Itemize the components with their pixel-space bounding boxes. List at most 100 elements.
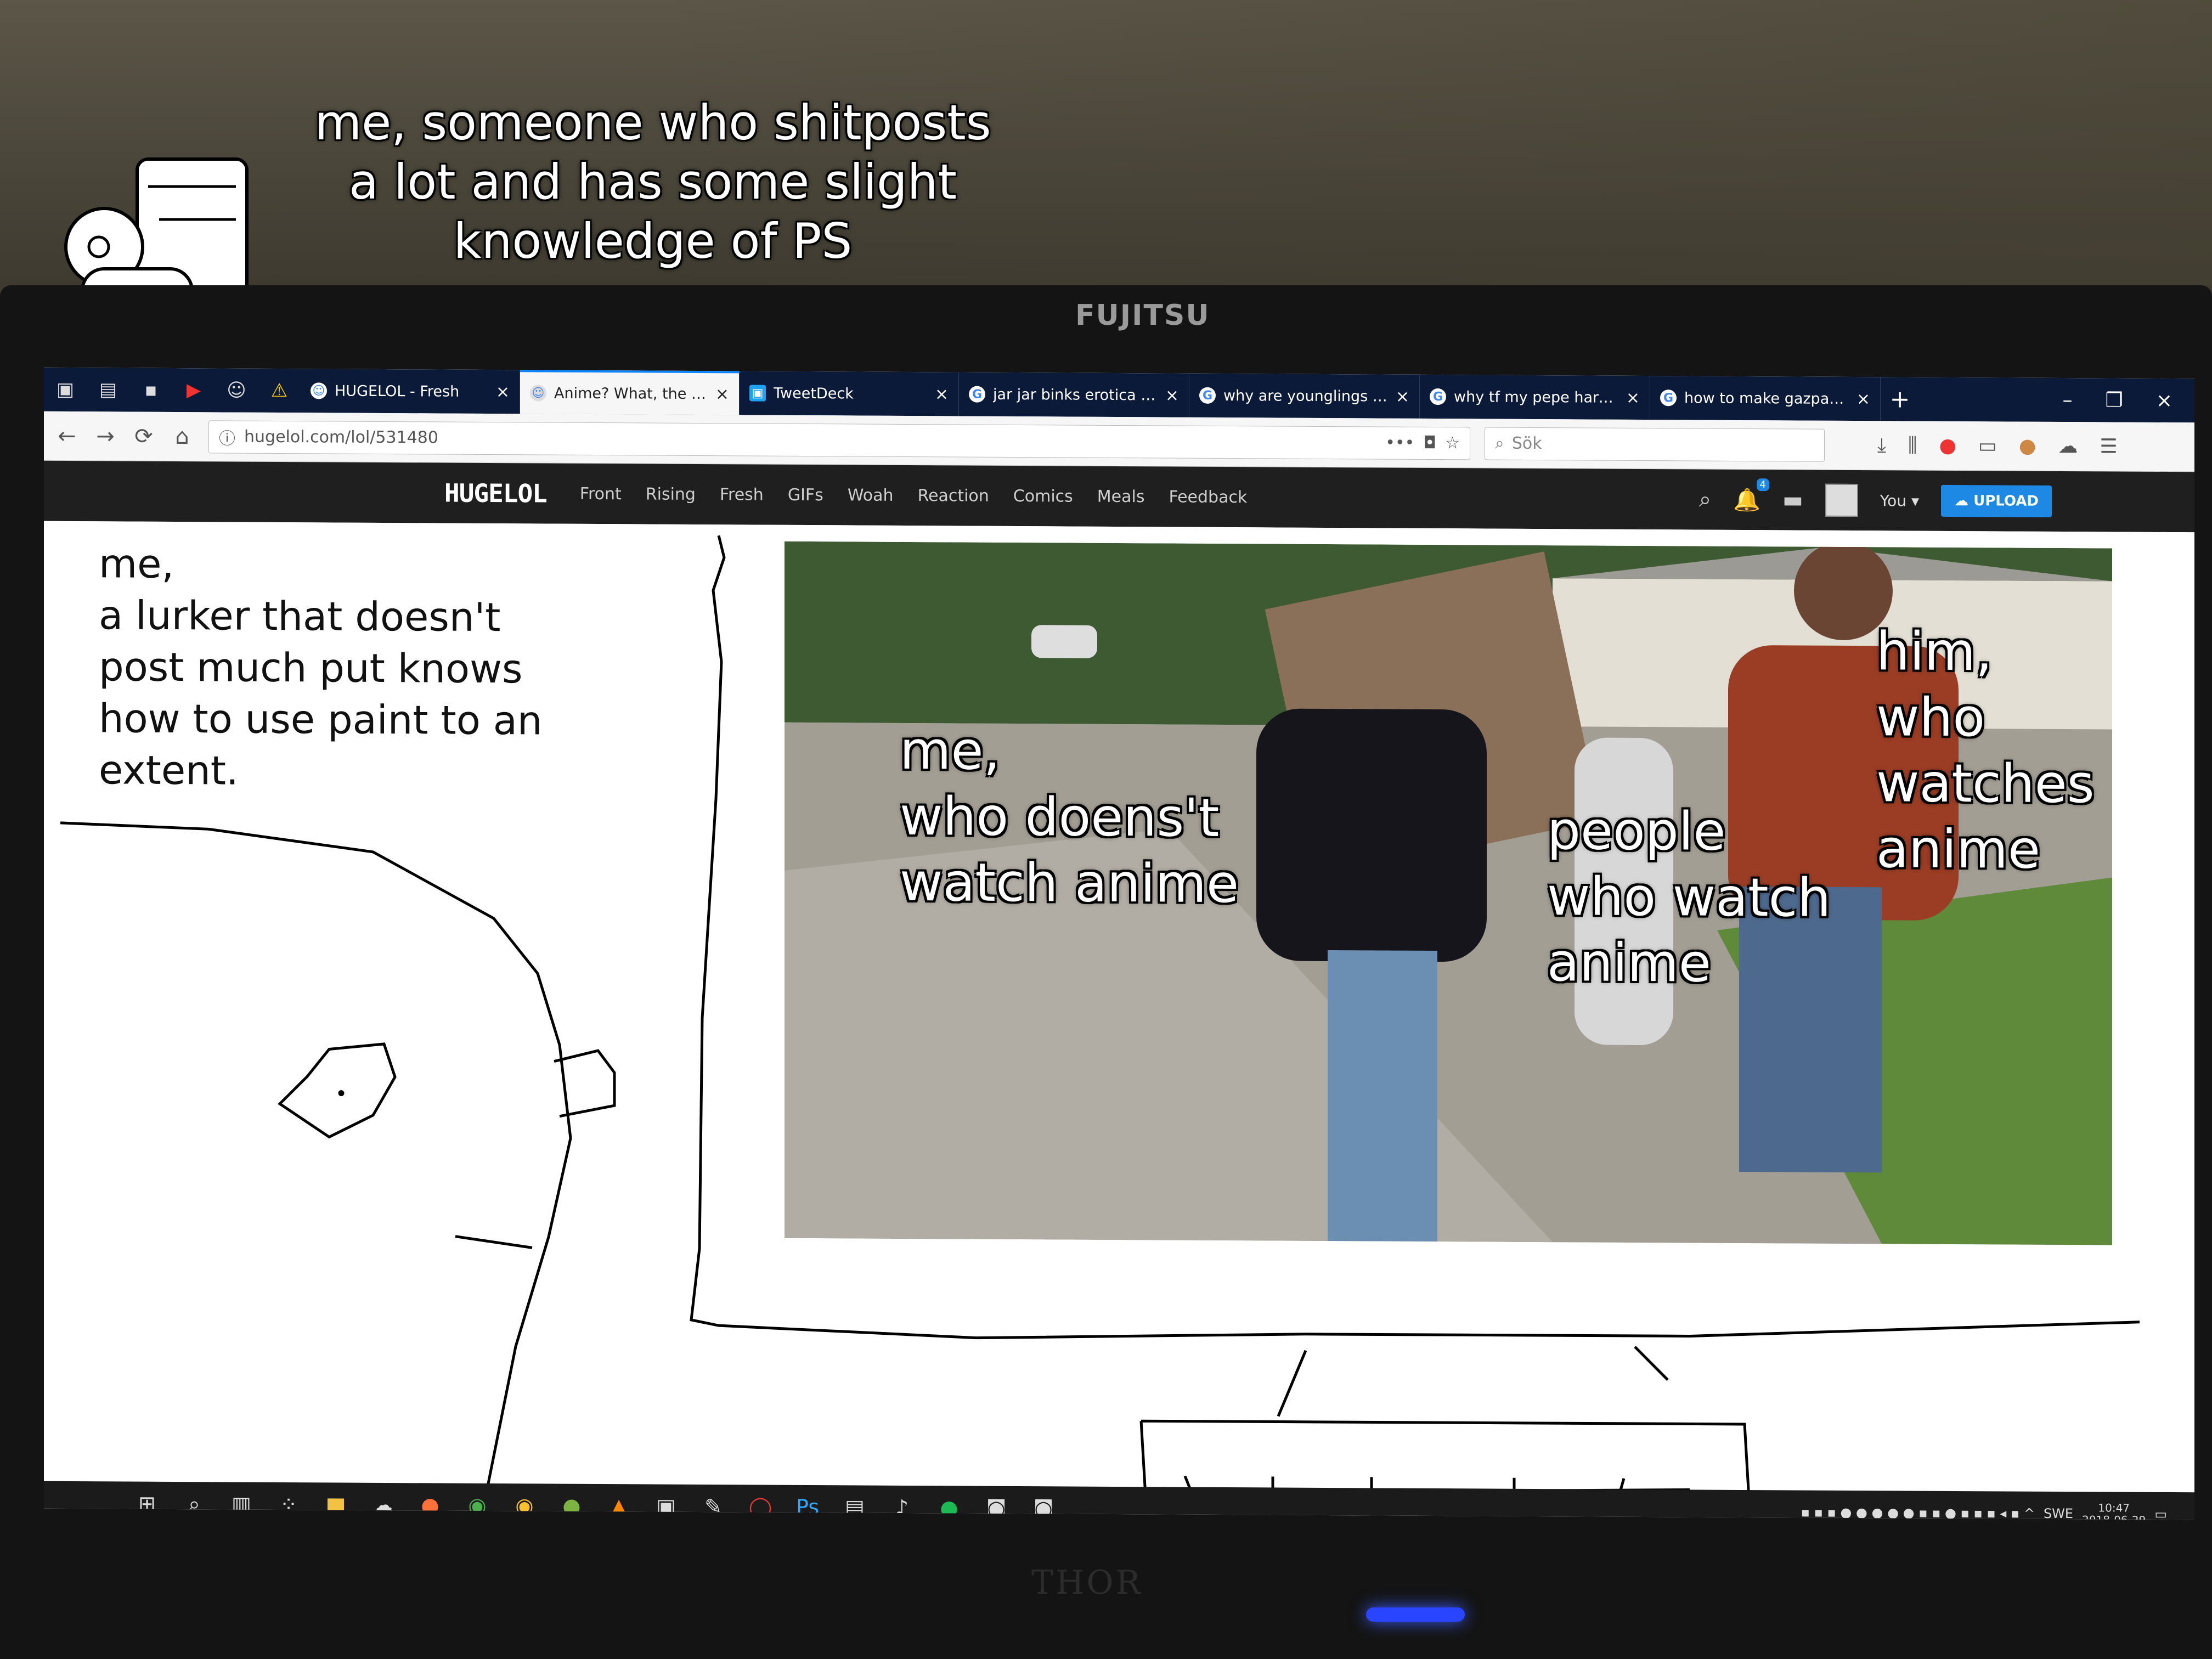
nav-comics[interactable]: Comics (1013, 486, 1073, 506)
sync-icon[interactable]: ☁ (2058, 435, 2078, 458)
close-icon[interactable]: × (1396, 387, 1409, 406)
lurker-line: me, (99, 540, 174, 587)
language-indicator[interactable]: SWE (2044, 1506, 2073, 1520)
monitor-brand: FUJITSU (1075, 299, 1210, 332)
tab-google-search[interactable]: G why tf my pepe hard - Goo × (1420, 374, 1650, 420)
nav-front[interactable]: Front (580, 484, 622, 503)
upload-button[interactable]: ☁ UPLOAD (1941, 484, 2052, 517)
pinned-tab[interactable]: ⚠ (258, 369, 301, 413)
tab-label: why tf my pepe hard - Goo (1454, 388, 1618, 407)
close-window-icon[interactable]: × (2156, 389, 2172, 411)
close-icon[interactable]: × (715, 385, 729, 404)
nav-feedback[interactable]: Feedback (1169, 487, 1247, 507)
nav-rising[interactable]: Rising (646, 484, 696, 504)
reload-icon[interactable]: ⟳ (132, 424, 156, 449)
tab-google-search[interactable]: G why are younglings dead - × (1189, 373, 1420, 419)
user-label: You (1880, 491, 1907, 510)
window-controls: – ❐ × (2063, 378, 2194, 422)
tab-label: why are younglings dead - (1223, 387, 1388, 405)
menu-icon[interactable]: ☰ (2100, 435, 2117, 458)
avatar[interactable] (1825, 483, 1858, 517)
tab-google-search[interactable]: G how to make gazpacho so × (1650, 376, 1881, 421)
google-icon: G (969, 386, 985, 403)
extension-icon[interactable]: ● (1939, 434, 1956, 457)
monitor-bottom-brand: THOR (1031, 1564, 1143, 1602)
system-tray: ▪ ▪ ▪ ● ● ● ● ● ▪ ▪ ● ▪ ▪ ▪ ◂ ▪ ^ SWE 10… (1801, 1500, 2194, 1520)
lurker-line: extent. (99, 747, 239, 794)
url-text: hugelol.com/lol/531480 (244, 427, 438, 448)
smiley-icon: ☺ (530, 385, 546, 402)
caption-line: who watch (1547, 866, 1831, 929)
twitter-icon: ▪ (144, 379, 157, 401)
caption-line: watch anime (900, 851, 1239, 915)
tab-google-search[interactable]: G jar jar binks erotica - Googl × (959, 372, 1189, 417)
search-icon[interactable]: ⌕ (1699, 487, 1711, 512)
tweetdeck-icon: ▣ (56, 378, 75, 401)
caption-line: who doens't (900, 785, 1220, 849)
close-icon[interactable]: × (1165, 386, 1179, 405)
monitor-screen: ▣ ▤ ▪ ▶ ☺ ⚠ ☺ HUGELOL - Fresh × ☺ Anime?… (44, 367, 2194, 1520)
new-tab-button[interactable]: + (1881, 377, 1919, 421)
close-icon[interactable]: × (1857, 390, 1870, 409)
meme-caption-left: me, who doens't watch anime (900, 718, 1239, 917)
meme-image[interactable]: me, who doens't watch anime people who w… (785, 541, 2112, 1245)
bookmark-star-icon[interactable]: ☆ (1445, 433, 1460, 453)
nav-reaction[interactable]: Reaction (917, 486, 989, 506)
pinned-tab[interactable]: ▶ (172, 368, 215, 412)
chat-icon[interactable]: ▬ (1782, 487, 1803, 512)
pinned-tab[interactable]: ☺ (215, 368, 258, 412)
tab-label: Anime? What, the children (554, 385, 708, 403)
nav-woah[interactable]: Woah (848, 486, 894, 505)
nav-gifs[interactable]: GIFs (788, 485, 823, 504)
caption-line: knowledge of PS (453, 213, 853, 269)
close-icon[interactable]: × (496, 382, 510, 402)
lurker-line: a lurker that doesn't (99, 592, 501, 641)
nav-meals[interactable]: Meals (1097, 487, 1145, 506)
info-icon[interactable]: ⓘ (219, 425, 235, 449)
lurker-line: how to use paint to an (99, 695, 543, 744)
tab-anime-post[interactable]: ☺ Anime? What, the children × (520, 370, 740, 415)
bell-icon[interactable]: 🔔 4 (1733, 478, 1769, 513)
smiley-icon: ☺ (311, 382, 327, 399)
lurker-line: post much put knows (99, 644, 523, 692)
smiley-icon: ☺ (227, 379, 246, 402)
forward-icon[interactable]: → (93, 424, 117, 449)
tab-hugelol-fresh[interactable]: ☺ HUGELOL - Fresh × (301, 369, 520, 414)
close-icon[interactable]: × (935, 385, 949, 404)
action-center-icon[interactable]: ▭ (2154, 1506, 2167, 1520)
search-input[interactable]: ⌕ Sök (1485, 426, 1825, 462)
tab-label: TweetDeck (774, 385, 854, 402)
clock-time: 10:47 (2098, 1501, 2130, 1515)
google-icon: G (1430, 388, 1446, 405)
tweetdeck-icon: ▣ (749, 385, 766, 402)
page-actions-icon[interactable]: ••• (1385, 433, 1414, 453)
extension-icon[interactable]: ● (2019, 435, 2036, 458)
site-logo[interactable]: HUGELOL (444, 478, 547, 509)
clock-date: 2018-06-29 (2082, 1513, 2146, 1520)
caption-line: people (1547, 800, 1726, 862)
pinned-tab[interactable]: ▪ (129, 368, 172, 412)
nav-fresh[interactable]: Fresh (720, 485, 764, 504)
sidebar-icon[interactable]: ▭ (1978, 435, 1997, 458)
home-icon[interactable]: ⌂ (170, 424, 194, 449)
meme-caption-middle: people who watch anime (1547, 798, 1831, 997)
url-bar[interactable]: ⓘ hugelol.com/lol/531480 ••• ◘ ☆ (208, 420, 1470, 460)
tab-tweetdeck[interactable]: ▣ TweetDeck × (740, 371, 959, 416)
user-menu[interactable]: You ▾ (1880, 492, 1919, 510)
clock[interactable]: 10:47 2018-06-29 (2082, 1501, 2146, 1520)
pinned-tab[interactable]: ▤ (87, 368, 129, 411)
close-icon[interactable]: × (1626, 388, 1640, 407)
restore-icon[interactable]: ❐ (2106, 389, 2123, 411)
pinned-tab[interactable]: ▣ (44, 368, 87, 411)
caption-line: him, who (1876, 620, 1993, 749)
back-icon[interactable]: ← (55, 423, 79, 448)
google-icon: G (1660, 390, 1677, 407)
minimize-icon[interactable]: – (2063, 389, 2073, 411)
download-icon[interactable]: ⤓ (1877, 434, 1886, 457)
search-placeholder: Sök (1511, 433, 1542, 454)
pocket-icon[interactable]: ◘ (1423, 433, 1436, 453)
caption-line: watches (1876, 752, 2095, 815)
library-icon[interactable]: ⫼ (1908, 434, 1917, 457)
notification-badge: 4 (1756, 478, 1769, 491)
tray-icons[interactable]: ▪ ▪ ▪ ● ● ● ● ● ▪ ▪ ● ▪ ▪ ▪ ◂ ▪ ^ (1801, 1505, 2035, 1520)
